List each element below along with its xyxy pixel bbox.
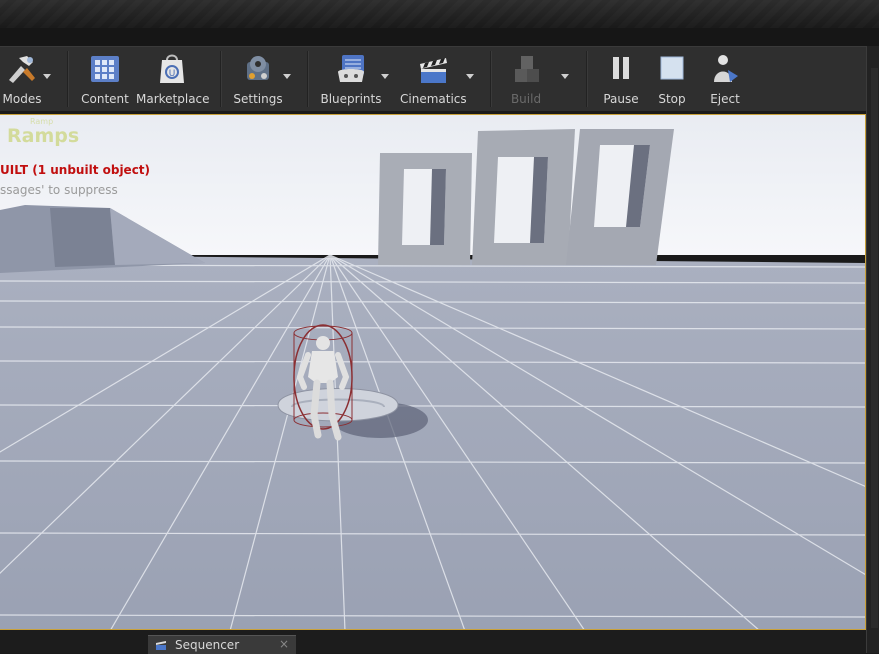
marketplace-icon: U bbox=[160, 54, 184, 83]
viewport-scene[interactable] bbox=[0, 115, 866, 630]
settings-label: Settings bbox=[233, 92, 283, 106]
modes-button[interactable]: Modes bbox=[0, 47, 44, 111]
cinematics-button[interactable]: Cinematics bbox=[400, 47, 467, 111]
floor bbox=[0, 255, 865, 629]
blueprints-icon bbox=[338, 55, 364, 82]
modes-dropdown-chevron-icon[interactable] bbox=[43, 74, 51, 79]
eject-button[interactable]: Eject bbox=[702, 47, 748, 111]
sequencer-icon bbox=[156, 641, 166, 650]
toolbar-separator bbox=[586, 51, 588, 107]
marketplace-button[interactable]: U Marketplace bbox=[136, 47, 210, 111]
right-panel-scrollbar[interactable] bbox=[871, 68, 878, 628]
modes-label: Modes bbox=[2, 92, 42, 106]
settings-icon bbox=[247, 56, 269, 80]
lighting-build-warning: UILT (1 unbuilt object) bbox=[0, 163, 151, 177]
tab-sequencer[interactable]: Sequencer × bbox=[148, 635, 296, 654]
cinematics-dropdown-chevron-icon[interactable] bbox=[466, 74, 474, 79]
blueprints-dropdown-chevron-icon[interactable] bbox=[381, 74, 389, 79]
pause-icon bbox=[613, 57, 629, 79]
marketplace-label: Marketplace bbox=[136, 92, 210, 106]
sequencer-tab-label: Sequencer bbox=[175, 638, 240, 652]
pause-label: Pause bbox=[603, 92, 639, 106]
suppress-messages-note: ssages' to suppress bbox=[0, 183, 118, 197]
eject-icon bbox=[714, 55, 738, 82]
close-icon[interactable]: × bbox=[279, 637, 289, 651]
blueprints-label: Blueprints bbox=[320, 92, 382, 106]
pause-button[interactable]: Pause bbox=[598, 47, 644, 111]
title-bar-shade bbox=[0, 0, 879, 28]
bottom-tab-bar: Sequencer × bbox=[0, 630, 866, 654]
build-label: Build bbox=[510, 92, 542, 106]
toolbar-gap bbox=[0, 28, 879, 46]
toolbar-separator bbox=[220, 51, 222, 107]
toolbar-separator bbox=[67, 51, 69, 107]
stop-icon bbox=[660, 56, 684, 80]
cinematics-label: Cinematics bbox=[400, 92, 467, 106]
content-button[interactable]: Content bbox=[76, 47, 134, 111]
toolbar-separator bbox=[490, 51, 492, 107]
stop-label: Stop bbox=[658, 92, 686, 106]
settings-dropdown-chevron-icon[interactable] bbox=[283, 74, 291, 79]
blueprints-button[interactable]: Blueprints bbox=[318, 47, 384, 111]
right-panel-edge bbox=[866, 46, 879, 653]
eject-label: Eject bbox=[710, 92, 740, 106]
cinematics-icon bbox=[420, 58, 447, 83]
content-label: Content bbox=[81, 92, 129, 106]
build-icon bbox=[515, 56, 539, 82]
toolbar-separator bbox=[307, 51, 309, 107]
build-button[interactable]: Build bbox=[500, 47, 552, 111]
modes-icon bbox=[9, 56, 35, 83]
level-viewport[interactable]: Ramp Ramps UILT (1 unbuilt object) ssage… bbox=[0, 114, 866, 630]
level-name-overlay: Ramps bbox=[7, 125, 80, 147]
build-dropdown-chevron-icon[interactable] bbox=[561, 74, 569, 79]
settings-button[interactable]: Settings bbox=[230, 47, 286, 111]
main-toolbar: Modes Content U Marketplace Settings Blu… bbox=[0, 46, 866, 111]
stop-button[interactable]: Stop bbox=[650, 47, 694, 111]
content-icon bbox=[91, 56, 119, 82]
svg-text:U: U bbox=[169, 69, 176, 79]
